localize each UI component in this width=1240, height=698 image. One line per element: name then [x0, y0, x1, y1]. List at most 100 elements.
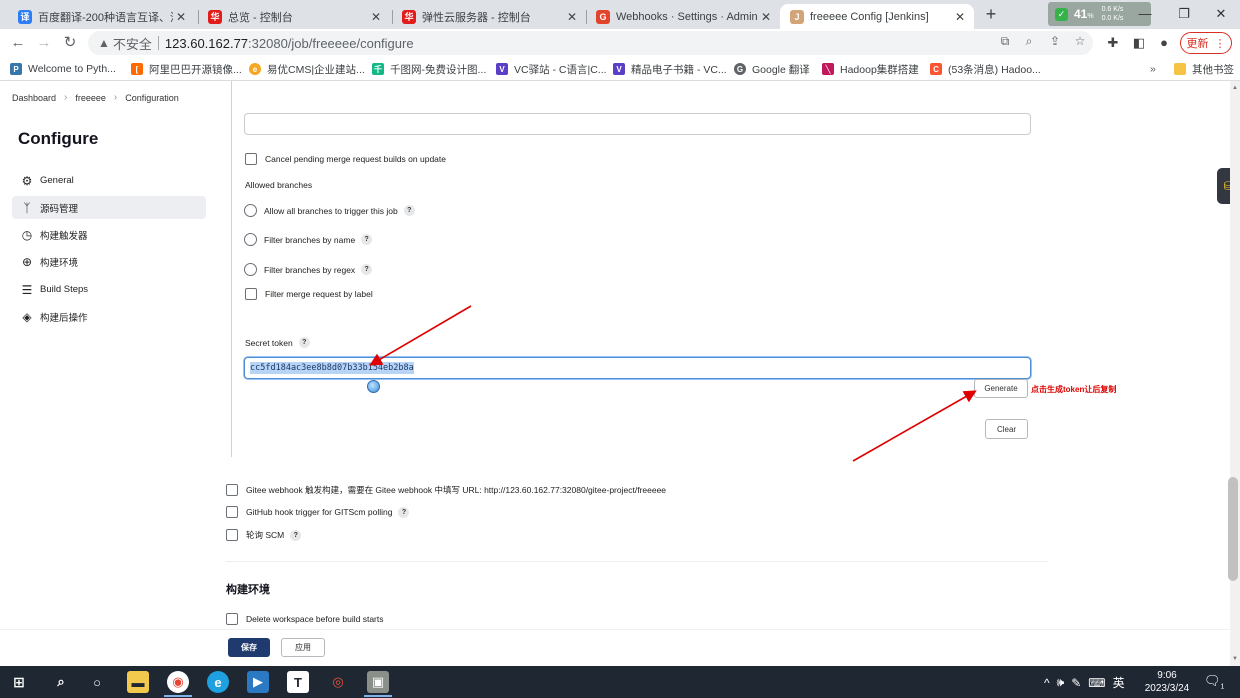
tab-close-icon[interactable]: ✕	[173, 10, 189, 24]
form-action-bar	[0, 629, 1230, 666]
poll-scm-checkbox-row[interactable]: 轮询 SCM?	[226, 529, 302, 541]
bookmark-item[interactable]: e 易优CMS|企业建站...	[249, 60, 365, 78]
checkbox[interactable]	[226, 484, 238, 496]
annotation-arrow-generate	[852, 390, 977, 462]
globe-icon: G	[734, 63, 746, 75]
bookmarks-bar: P Welcome to Pyth... [阿里巴巴开源镜像... e 易优CMS|…	[0, 57, 1240, 81]
tab-ecs-console[interactable]: 华 弹性云服务器 - 控制台 ✕	[392, 4, 586, 29]
folder-icon	[1174, 63, 1186, 75]
build-environment-heading: 构建环境	[226, 584, 270, 596]
tab-close-icon[interactable]: ✕	[758, 10, 774, 24]
media-player-icon[interactable]: ▶	[247, 671, 269, 693]
tab-close-icon[interactable]: ✕	[952, 10, 968, 24]
scroll-down-arrow-icon[interactable]: ▼	[1230, 654, 1240, 664]
share-icon[interactable]: ⇪	[1046, 31, 1064, 51]
delete-workspace-checkbox-row[interactable]: Delete workspace before build starts	[226, 613, 384, 625]
bookmarks-overflow-chevron-icon[interactable]: »	[1150, 60, 1156, 78]
tab-jenkins-config[interactable]: J freeeee Config [Jenkins] ✕	[780, 4, 974, 29]
tab-baidu-translate[interactable]: 译 百度翻译-200种语言互译、沟通 ✕	[8, 4, 195, 29]
aliyun-icon: [	[131, 63, 143, 75]
upload-rate: 0.6 K/s	[1101, 6, 1124, 13]
checkbox[interactable]	[226, 506, 238, 518]
reload-icon[interactable]: ↻	[60, 33, 80, 53]
warning-triangle-icon: ▲	[98, 36, 110, 50]
maximize-button[interactable]: ❐	[1169, 4, 1199, 24]
notification-icon[interactable]: 🗨1	[1204, 673, 1224, 691]
side-panel-icon[interactable]: ◧	[1130, 34, 1148, 52]
apply-button[interactable]: 应用	[281, 638, 325, 657]
tab-overview-console[interactable]: 华 总览 - 控制台 ✕	[198, 4, 390, 29]
keyboard-icon[interactable]: ⌨	[1088, 676, 1105, 690]
tab-title: Webhooks · Settings · Administ	[616, 10, 758, 23]
checkbox[interactable]	[226, 613, 238, 625]
gitee-webhook-checkbox-row[interactable]: Gitee webhook 触发构建，需要在 Gitee webhook 中填写…	[226, 484, 666, 496]
tab-title: 总览 - 控制台	[228, 11, 293, 24]
bookmark-item[interactable]: C (53条消息) Hadoo...	[930, 60, 1041, 78]
new-tab-button[interactable]: +	[982, 4, 1000, 24]
windows-start-icon[interactable]: ⊞	[8, 671, 30, 693]
shield-check-icon: ✓	[1055, 7, 1068, 21]
clock-time: 9:06	[1157, 670, 1177, 681]
bookmark-item[interactable]: P Welcome to Pyth...	[10, 60, 116, 78]
section-divider	[226, 561, 1048, 562]
minimize-button[interactable]: —	[1130, 4, 1160, 24]
url-host: 123.60.162.77	[164, 35, 249, 51]
snail-app-icon[interactable]: ◎	[327, 671, 349, 693]
scroll-up-arrow-icon[interactable]: ▲	[1230, 83, 1240, 93]
bookmark-star-icon[interactable]: ☆	[1071, 31, 1089, 51]
bookmark-item[interactable]: [阿里巴巴开源镜像...	[131, 60, 242, 78]
jenkins-favicon-icon: J	[790, 9, 804, 24]
gitlab-favicon-icon: G	[596, 9, 610, 24]
insecure-label: 不安全	[112, 36, 152, 52]
tab-title: 弹性云服务器 - 控制台	[422, 11, 531, 24]
scrollbar-thumb[interactable]	[1228, 477, 1238, 581]
bookmark-item[interactable]: V 精品电子书籍 - VC...	[613, 60, 727, 78]
typora-icon[interactable]: T	[287, 671, 309, 693]
url-path: :32080/job/freeeee/configure	[248, 35, 414, 51]
save-button[interactable]: 保存	[228, 638, 270, 657]
tab-close-icon[interactable]: ✕	[564, 10, 580, 24]
profile-avatar-icon[interactable]: ●	[1155, 34, 1173, 52]
help-icon[interactable]: ?	[290, 529, 302, 541]
tab-close-icon[interactable]: ✕	[368, 10, 384, 24]
speaker-icon[interactable]: 🕪	[1057, 675, 1065, 690]
bookmark-item[interactable]: 千千图网-免费设计图...	[372, 60, 486, 78]
address-bar[interactable]: ▲ 不安全 123.60.162.77:32080/job/freeeee/co…	[88, 31, 1093, 55]
bookmark-item[interactable]: V VC驿站 - C语言|C...	[496, 60, 607, 78]
forward-arrow-icon[interactable]: →	[34, 33, 54, 53]
csdn-icon: C	[930, 63, 942, 75]
file-explorer-icon[interactable]: ▬	[127, 671, 149, 693]
tab-title: freeeee Config [Jenkins]	[810, 10, 929, 23]
github-hook-checkbox-row[interactable]: GitHub hook trigger for GITScm polling?	[226, 506, 410, 518]
edge-icon[interactable]: e	[207, 671, 229, 693]
chevron-up-icon[interactable]: ^	[1044, 676, 1050, 690]
more-vertical-icon: ⋮	[1214, 37, 1226, 50]
cpu-percent: 41	[1074, 7, 1088, 21]
search-icon[interactable]: ⌕	[50, 671, 72, 693]
huawei-cloud-favicon-icon: 华	[402, 9, 416, 24]
other-bookmarks-folder[interactable]: 其他书签	[1174, 60, 1234, 78]
annotation-arrows	[369, 305, 977, 462]
taskbar-clock[interactable]: 9:06 2023/3/24	[1142, 669, 1192, 695]
ime-indicator[interactable]: 英	[1113, 674, 1125, 691]
help-icon[interactable]: ?	[398, 506, 410, 518]
notification-count: 1	[1220, 683, 1225, 691]
extensions-puzzle-icon[interactable]: ✚	[1104, 34, 1122, 52]
checkbox[interactable]	[226, 529, 238, 541]
update-browser-button[interactable]: 更新 ⋮	[1180, 32, 1232, 54]
eyoucms-icon: e	[249, 63, 261, 75]
annotation-arrow-token	[369, 305, 472, 366]
back-arrow-icon[interactable]: ←	[8, 33, 28, 53]
close-window-button[interactable]: ✕	[1206, 4, 1236, 24]
tab-gitlab-webhooks[interactable]: G Webhooks · Settings · Administ ✕	[586, 4, 780, 29]
feather-icon: ╲	[822, 63, 834, 75]
bookmark-item[interactable]: ╲ Hadoop集群搭建	[822, 60, 919, 78]
pen-icon[interactable]: ✎	[1071, 676, 1081, 690]
vc-station-icon: V	[613, 63, 625, 75]
bookmark-item[interactable]: G Google 翻译	[734, 60, 810, 78]
chrome-icon[interactable]: ◉	[167, 671, 189, 693]
task-view-icon[interactable]: ○	[86, 671, 108, 693]
translate-icon[interactable]: ⧉	[996, 31, 1014, 51]
app-window-icon[interactable]: ▣	[367, 671, 389, 693]
zoom-icon[interactable]: ⌕	[1020, 31, 1038, 51]
